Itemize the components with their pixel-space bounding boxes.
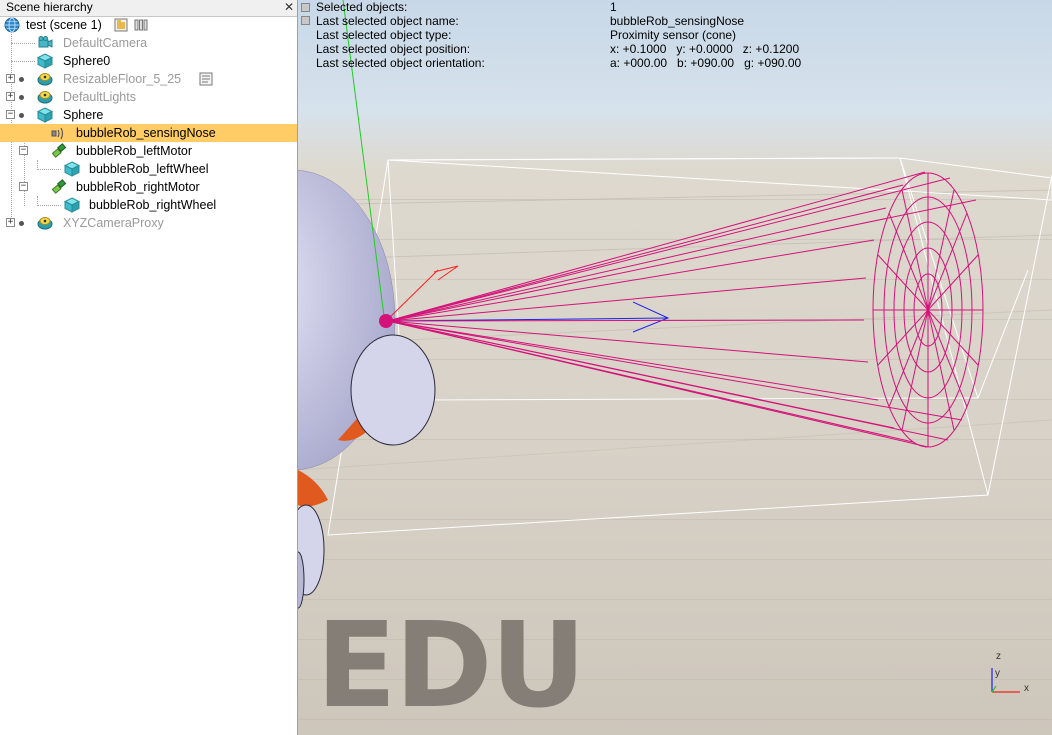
tree-item-label: ResizableFloor_5_25 (63, 72, 182, 86)
bullet-icon (19, 113, 24, 118)
tree-item-label: DefaultLights (63, 90, 136, 104)
tree-item-left-wheel[interactable]: bubbleRob_leftWheel (0, 160, 297, 178)
tree-item-sphere[interactable]: − Sphere (0, 106, 297, 124)
globe-icon (4, 17, 20, 33)
expand-toggle[interactable]: + (6, 92, 15, 101)
axis-label-z: z (996, 651, 1001, 662)
panel-header: Scene hierarchy ✕ (0, 0, 297, 17)
sensor-origin (379, 314, 393, 328)
scene-settings-icon[interactable] (113, 17, 129, 33)
tree-item-left-motor[interactable]: − bubbleRob_leftMotor (0, 142, 297, 160)
scene-hierarchy-panel: Scene hierarchy ✕ test (scene 1) Default… (0, 0, 298, 735)
shape-cube-icon (37, 53, 53, 69)
info-value: a: +000.00 b: +090.00 g: +090.00 (610, 56, 802, 70)
shape-cube-icon (64, 161, 80, 177)
tree-item-label: test (scene 1) (26, 18, 102, 32)
tree-item-scene[interactable]: test (scene 1) (0, 16, 297, 34)
tree-item-sphere0[interactable]: Sphere0 (0, 52, 297, 70)
tree-item-label: bubbleRob_rightWheel (89, 198, 217, 212)
proximity-sensor-icon (51, 127, 64, 140)
info-label: Last selected object orientation: (316, 56, 485, 70)
tree-item-default-camera[interactable]: DefaultCamera (0, 34, 297, 52)
bullet-icon (19, 77, 24, 82)
joint-icon (51, 179, 67, 194)
info-label: Last selected object position: (316, 42, 471, 56)
info-value: 1 (610, 0, 617, 14)
tree-item-right-wheel[interactable]: bubbleRob_rightWheel (0, 196, 297, 214)
camera-icon (38, 36, 53, 48)
bullet-icon (19, 221, 24, 226)
axis-label-y: y (995, 668, 1000, 679)
tree-item-xyz-camera-proxy[interactable]: + XYZCameraProxy (0, 214, 297, 232)
info-toggle-button[interactable] (301, 3, 310, 12)
info-label: Last selected object name: (316, 14, 459, 28)
info-value: Proximity sensor (cone) (610, 28, 737, 42)
expand-toggle[interactable]: + (6, 218, 15, 227)
shape-cube-icon (64, 197, 80, 213)
joint-icon (51, 143, 67, 158)
dummy-icon (37, 91, 53, 104)
collapse-toggle[interactable]: − (6, 110, 15, 119)
panel-title: Scene hierarchy (6, 0, 93, 14)
tree-item-label: Sphere (63, 108, 104, 122)
collapse-toggle[interactable]: − (19, 182, 28, 191)
shape-cube-icon (37, 107, 53, 123)
tree-item-label: Sphere0 (63, 54, 111, 68)
tree-item-label: XYZCameraProxy (63, 216, 164, 230)
tree-item-label: bubbleRob_leftMotor (76, 144, 193, 158)
info-toggle-button[interactable] (301, 16, 310, 25)
dummy-icon (37, 73, 53, 86)
dummy-icon (37, 217, 53, 230)
tree-item-label: bubbleRob_leftWheel (89, 162, 209, 176)
scene-viewport[interactable]: Selected objects: 1 Last selected object… (298, 0, 1052, 735)
close-icon[interactable]: ✕ (283, 1, 295, 13)
info-value: bubbleRob_sensingNose (610, 14, 745, 28)
collapse-toggle[interactable]: − (19, 146, 28, 155)
tree-item-sensing-nose[interactable]: bubbleRob_sensingNose (0, 124, 297, 142)
expand-toggle[interactable]: + (6, 74, 15, 83)
info-label: Last selected object type: (316, 28, 452, 42)
tree-item-resizable-floor[interactable]: + ResizableFloor_5_25 (0, 70, 297, 88)
tree-item-right-motor[interactable]: − bubbleRob_rightMotor (0, 178, 297, 196)
tree-item-default-lights[interactable]: + DefaultLights (0, 88, 297, 106)
axis-label-x: x (1024, 683, 1029, 694)
tree-item-label: bubbleRob_sensingNose (76, 126, 216, 140)
info-value: x: +0.1000 y: +0.0000 z: +0.1200 (610, 42, 800, 56)
environment-icon[interactable] (133, 17, 149, 33)
info-label: Selected objects: (316, 0, 408, 14)
tree-item-label: DefaultCamera (63, 36, 148, 50)
edu-watermark: EDU (316, 596, 586, 734)
tree-item-label: bubbleRob_rightMotor (76, 180, 200, 194)
bullet-icon (19, 95, 24, 100)
script-icon[interactable] (198, 71, 214, 87)
